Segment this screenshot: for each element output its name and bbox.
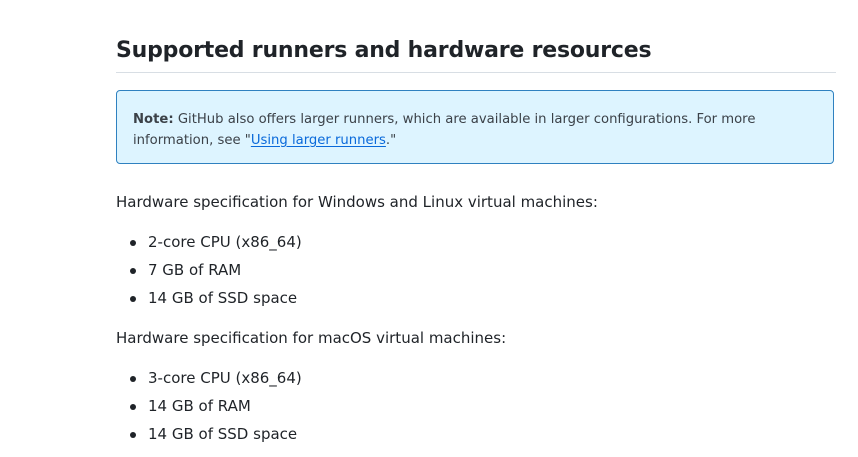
list-item: 7 GB of RAM <box>116 256 302 284</box>
windows-linux-spec-list: 2-core CPU (x86_64) 7 GB of RAM 14 GB of… <box>116 228 302 312</box>
list-item: 3-core CPU (x86_64) <box>116 364 302 392</box>
list-item: 14 GB of SSD space <box>116 284 302 312</box>
list-item-text: 2-core CPU (x86_64) <box>148 233 302 251</box>
macos-spec-heading: Hardware specification for macOS virtual… <box>116 329 507 347</box>
list-item-text: 14 GB of SSD space <box>148 289 298 307</box>
bullet-icon <box>130 296 136 302</box>
note-text-end: ." <box>385 133 397 148</box>
bullet-icon <box>130 404 136 410</box>
title-divider <box>116 72 836 73</box>
section-title: Supported runners and hardware resources <box>116 38 652 63</box>
list-item-text: 14 GB of RAM <box>148 397 251 415</box>
list-item-text: 3-core CPU (x86_64) <box>148 369 302 387</box>
note-text: GitHub also offers larger runners, which… <box>133 112 756 148</box>
windows-linux-spec-heading: Hardware specification for Windows and L… <box>116 193 598 211</box>
note-callout: Note: GitHub also offers larger runners,… <box>116 90 834 164</box>
bullet-icon <box>130 432 136 438</box>
list-item-text: 14 GB of SSD space <box>148 425 298 443</box>
bullet-icon <box>130 268 136 274</box>
list-item: 14 GB of RAM <box>116 392 302 420</box>
list-item: 2-core CPU (x86_64) <box>116 228 302 256</box>
bullet-icon <box>130 240 136 246</box>
bullet-icon <box>130 376 136 382</box>
macos-spec-list: 3-core CPU (x86_64) 14 GB of RAM 14 GB o… <box>116 364 302 448</box>
list-item: 14 GB of SSD space <box>116 420 302 448</box>
list-item-text: 7 GB of RAM <box>148 261 242 279</box>
note-label: Note: <box>133 112 174 127</box>
using-larger-runners-link[interactable]: Using larger runners <box>251 133 386 148</box>
